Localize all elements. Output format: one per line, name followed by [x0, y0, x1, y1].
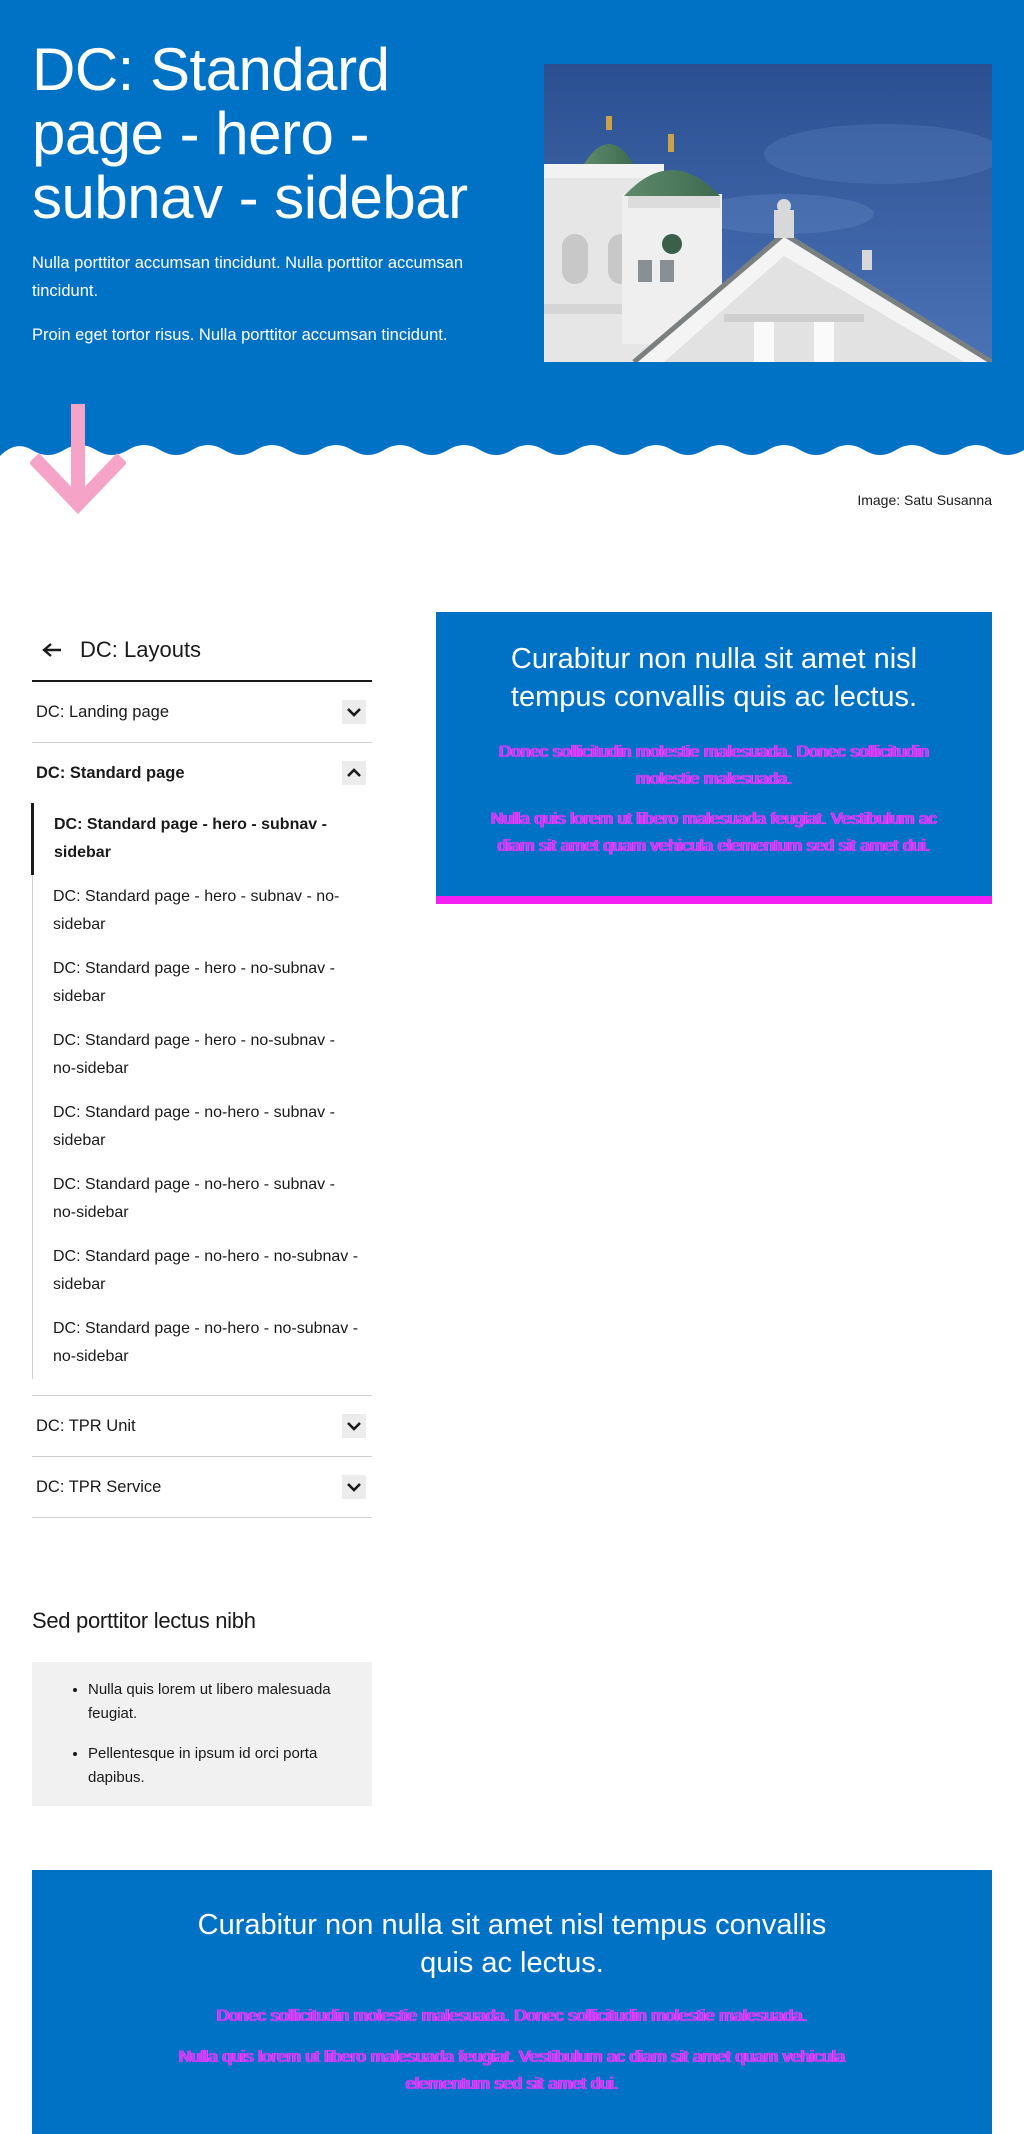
chevron-down-icon[interactable]: [342, 1475, 366, 1499]
banner-title: Curabitur non nulla sit amet nisl tempus…: [197, 1909, 827, 1979]
subnav-subitem[interactable]: DC: Standard page - no-hero - no-subnav …: [33, 1235, 372, 1307]
card-paragraph: Donec sollicitudin molestie malesuada. D…: [499, 742, 929, 788]
subnav-item-tpr-unit[interactable]: DC: TPR Unit: [32, 1395, 372, 1457]
hero: DC: Standard page - hero - subnav - side…: [0, 0, 1024, 480]
subnav-subitem[interactable]: DC: Standard page - hero - subnav - no-s…: [33, 875, 372, 947]
subnav-subitem-active[interactable]: DC: Standard page - hero - subnav - side…: [31, 803, 372, 875]
page-title: DC: Standard page - hero - subnav - side…: [32, 36, 468, 231]
chevron-up-icon[interactable]: [342, 761, 366, 785]
wave-divider: [0, 445, 1024, 480]
subnav-item-label: DC: TPR Service: [36, 1477, 162, 1496]
subnav-subitem[interactable]: DC: Standard page - hero - no-subnav - n…: [33, 1019, 372, 1091]
subnav-subitem[interactable]: DC: Standard page - no-hero - subnav - s…: [33, 1091, 372, 1163]
chevron-down-icon[interactable]: [342, 700, 366, 724]
card-title: Curabitur non nulla sit amet nisl tempus…: [510, 643, 918, 713]
banner-paragraph: Donec sollicitudin molestie malesuada. D…: [216, 2006, 808, 2025]
highlight-card: Curabitur non nulla sit amet nisl tempus…: [436, 612, 992, 904]
hero-image: [544, 64, 992, 362]
subnav: DC: Layouts DC: Landing page DC: Standar…: [31, 620, 372, 1518]
list-item: Nulla quis lorem ut libero malesuada feu…: [88, 1678, 352, 1726]
subnav-item-tpr-service[interactable]: DC: TPR Service: [32, 1457, 372, 1518]
subnav-item-landing-page[interactable]: DC: Landing page: [32, 682, 372, 743]
subnav-subitem[interactable]: DC: Standard page - hero - no-subnav - s…: [33, 947, 372, 1019]
back-link[interactable]: DC: Layouts: [32, 620, 372, 682]
sidebar-list: Nulla quis lorem ut libero malesuada feu…: [88, 1678, 352, 1790]
subnav-subitem[interactable]: DC: Standard page - no-hero - subnav - n…: [33, 1163, 372, 1235]
list-item: Pellentesque in ipsum id orci porta dapi…: [88, 1742, 352, 1790]
subnav-subitem[interactable]: DC: Standard page - no-hero - no-subnav …: [33, 1307, 372, 1379]
banner-paragraph: Nulla quis lorem ut libero malesuada feu…: [178, 2047, 846, 2093]
cathedral-photo: [544, 64, 992, 362]
hero-paragraph: Proin eget tortor risus. Nulla porttitor…: [32, 326, 448, 344]
hero-paragraph: Nulla porttitor accumsan tincidunt. Null…: [32, 254, 464, 300]
arrow-down-icon: [30, 404, 126, 515]
subnav-item-label: DC: TPR Unit: [36, 1416, 136, 1435]
sidebar-box: Nulla quis lorem ut libero malesuada feu…: [32, 1662, 372, 1806]
back-link-label: DC: Layouts: [80, 637, 202, 662]
bottom-banner: Curabitur non nulla sit amet nisl tempus…: [32, 1870, 992, 2134]
subnav-item-label: DC: Landing page: [36, 702, 170, 721]
subnav-item-standard-page[interactable]: DC: Standard page: [32, 743, 372, 803]
card-paragraph: Nulla quis lorem ut libero malesuada feu…: [490, 809, 938, 855]
chevron-down-icon[interactable]: [342, 1414, 366, 1438]
subnav-sublist: DC: Standard page - hero - subnav - side…: [31, 803, 372, 1379]
image-credit: Image: Satu Susanna: [857, 492, 992, 508]
arrow-left-icon: [32, 642, 72, 658]
subnav-item-label: DC: Standard page: [36, 763, 185, 782]
sidebar-heading: Sed porttitor lectus nibh: [32, 1608, 256, 1633]
